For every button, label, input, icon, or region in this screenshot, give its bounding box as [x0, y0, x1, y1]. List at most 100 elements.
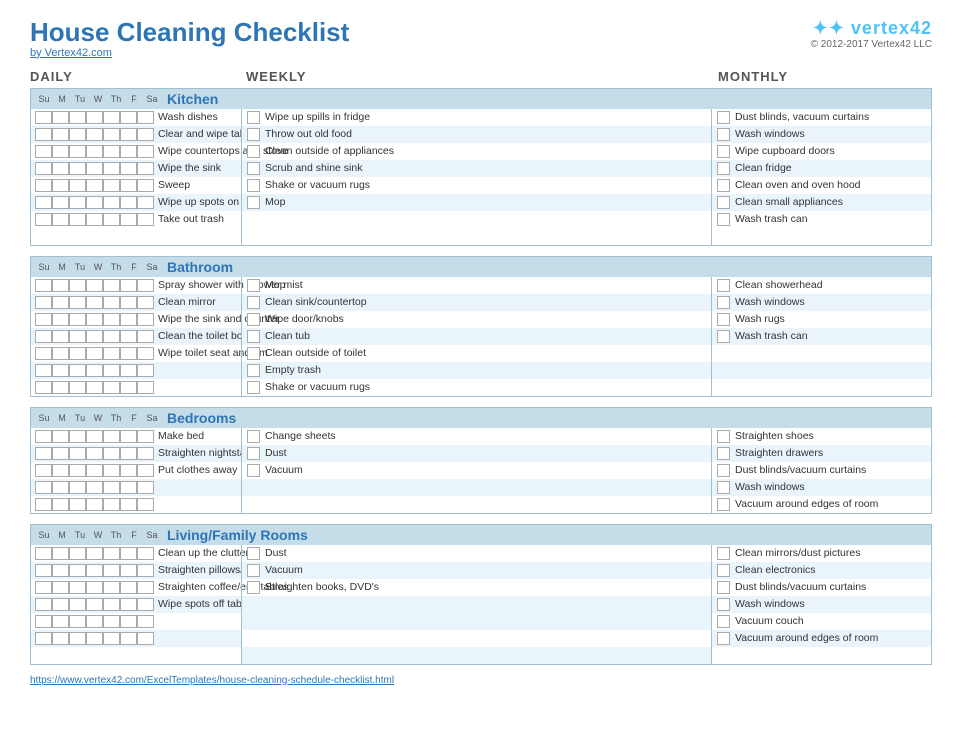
monthly-checkbox[interactable] — [717, 430, 730, 443]
weekly-checkbox[interactable] — [247, 279, 260, 292]
day-checkbox[interactable] — [69, 296, 86, 309]
day-checkbox[interactable] — [69, 179, 86, 192]
day-checkbox[interactable] — [137, 162, 154, 175]
monthly-checkbox[interactable] — [717, 196, 730, 209]
day-checkbox[interactable] — [103, 279, 120, 292]
day-checkbox[interactable] — [137, 313, 154, 326]
day-checkbox[interactable] — [86, 179, 103, 192]
day-checkbox[interactable] — [35, 381, 52, 394]
day-checkbox[interactable] — [103, 498, 120, 511]
day-checkbox[interactable] — [86, 213, 103, 226]
day-checkbox[interactable] — [69, 498, 86, 511]
weekly-checkbox[interactable] — [247, 313, 260, 326]
day-checkbox[interactable] — [69, 447, 86, 460]
day-checkbox[interactable] — [69, 213, 86, 226]
day-checkbox[interactable] — [86, 447, 103, 460]
day-checkbox[interactable] — [137, 128, 154, 141]
day-checkbox[interactable] — [35, 179, 52, 192]
day-checkbox[interactable] — [35, 145, 52, 158]
day-checkbox[interactable] — [137, 430, 154, 443]
weekly-checkbox[interactable] — [247, 128, 260, 141]
monthly-checkbox[interactable] — [717, 296, 730, 309]
day-checkbox[interactable] — [137, 179, 154, 192]
day-checkbox[interactable] — [86, 498, 103, 511]
weekly-checkbox[interactable] — [247, 447, 260, 460]
day-checkbox[interactable] — [69, 615, 86, 628]
weekly-checkbox[interactable] — [247, 464, 260, 477]
day-checkbox[interactable] — [86, 430, 103, 443]
day-checkbox[interactable] — [137, 598, 154, 611]
weekly-checkbox[interactable] — [247, 581, 260, 594]
day-checkbox[interactable] — [86, 313, 103, 326]
day-checkbox[interactable] — [137, 330, 154, 343]
day-checkbox[interactable] — [120, 447, 137, 460]
day-checkbox[interactable] — [120, 498, 137, 511]
day-checkbox[interactable] — [52, 347, 69, 360]
day-checkbox[interactable] — [120, 430, 137, 443]
day-checkbox[interactable] — [103, 547, 120, 560]
day-checkbox[interactable] — [103, 196, 120, 209]
day-checkbox[interactable] — [35, 564, 52, 577]
day-checkbox[interactable] — [35, 162, 52, 175]
day-checkbox[interactable] — [52, 547, 69, 560]
day-checkbox[interactable] — [103, 162, 120, 175]
day-checkbox[interactable] — [120, 547, 137, 560]
day-checkbox[interactable] — [35, 632, 52, 645]
day-checkbox[interactable] — [86, 364, 103, 377]
day-checkbox[interactable] — [120, 481, 137, 494]
day-checkbox[interactable] — [69, 547, 86, 560]
day-checkbox[interactable] — [103, 296, 120, 309]
footer-url[interactable]: https://www.vertex42.com/ExcelTemplates/… — [30, 675, 932, 686]
day-checkbox[interactable] — [52, 447, 69, 460]
day-checkbox[interactable] — [103, 111, 120, 124]
day-checkbox[interactable] — [52, 162, 69, 175]
day-checkbox[interactable] — [69, 598, 86, 611]
day-checkbox[interactable] — [86, 598, 103, 611]
day-checkbox[interactable] — [103, 430, 120, 443]
day-checkbox[interactable] — [86, 581, 103, 594]
monthly-checkbox[interactable] — [717, 464, 730, 477]
day-checkbox[interactable] — [35, 464, 52, 477]
day-checkbox[interactable] — [69, 128, 86, 141]
day-checkbox[interactable] — [120, 313, 137, 326]
day-checkbox[interactable] — [137, 547, 154, 560]
day-checkbox[interactable] — [103, 330, 120, 343]
day-checkbox[interactable] — [86, 564, 103, 577]
day-checkbox[interactable] — [69, 196, 86, 209]
day-checkbox[interactable] — [52, 279, 69, 292]
day-checkbox[interactable] — [120, 179, 137, 192]
day-checkbox[interactable] — [103, 615, 120, 628]
monthly-checkbox[interactable] — [717, 581, 730, 594]
day-checkbox[interactable] — [52, 598, 69, 611]
monthly-checkbox[interactable] — [717, 564, 730, 577]
day-checkbox[interactable] — [52, 481, 69, 494]
day-checkbox[interactable] — [137, 381, 154, 394]
day-checkbox[interactable] — [137, 111, 154, 124]
day-checkbox[interactable] — [103, 564, 120, 577]
day-checkbox[interactable] — [103, 145, 120, 158]
day-checkbox[interactable] — [35, 615, 52, 628]
weekly-checkbox[interactable] — [247, 296, 260, 309]
day-checkbox[interactable] — [137, 498, 154, 511]
day-checkbox[interactable] — [52, 381, 69, 394]
day-checkbox[interactable] — [52, 464, 69, 477]
day-checkbox[interactable] — [120, 330, 137, 343]
day-checkbox[interactable] — [69, 430, 86, 443]
day-checkbox[interactable] — [35, 447, 52, 460]
day-checkbox[interactable] — [103, 313, 120, 326]
day-checkbox[interactable] — [69, 632, 86, 645]
day-checkbox[interactable] — [52, 313, 69, 326]
day-checkbox[interactable] — [69, 381, 86, 394]
weekly-checkbox[interactable] — [247, 162, 260, 175]
day-checkbox[interactable] — [137, 145, 154, 158]
day-checkbox[interactable] — [103, 347, 120, 360]
day-checkbox[interactable] — [69, 464, 86, 477]
day-checkbox[interactable] — [86, 464, 103, 477]
day-checkbox[interactable] — [35, 598, 52, 611]
day-checkbox[interactable] — [35, 313, 52, 326]
monthly-checkbox[interactable] — [717, 598, 730, 611]
day-checkbox[interactable] — [69, 564, 86, 577]
monthly-checkbox[interactable] — [717, 615, 730, 628]
monthly-checkbox[interactable] — [717, 213, 730, 226]
weekly-checkbox[interactable] — [247, 547, 260, 560]
